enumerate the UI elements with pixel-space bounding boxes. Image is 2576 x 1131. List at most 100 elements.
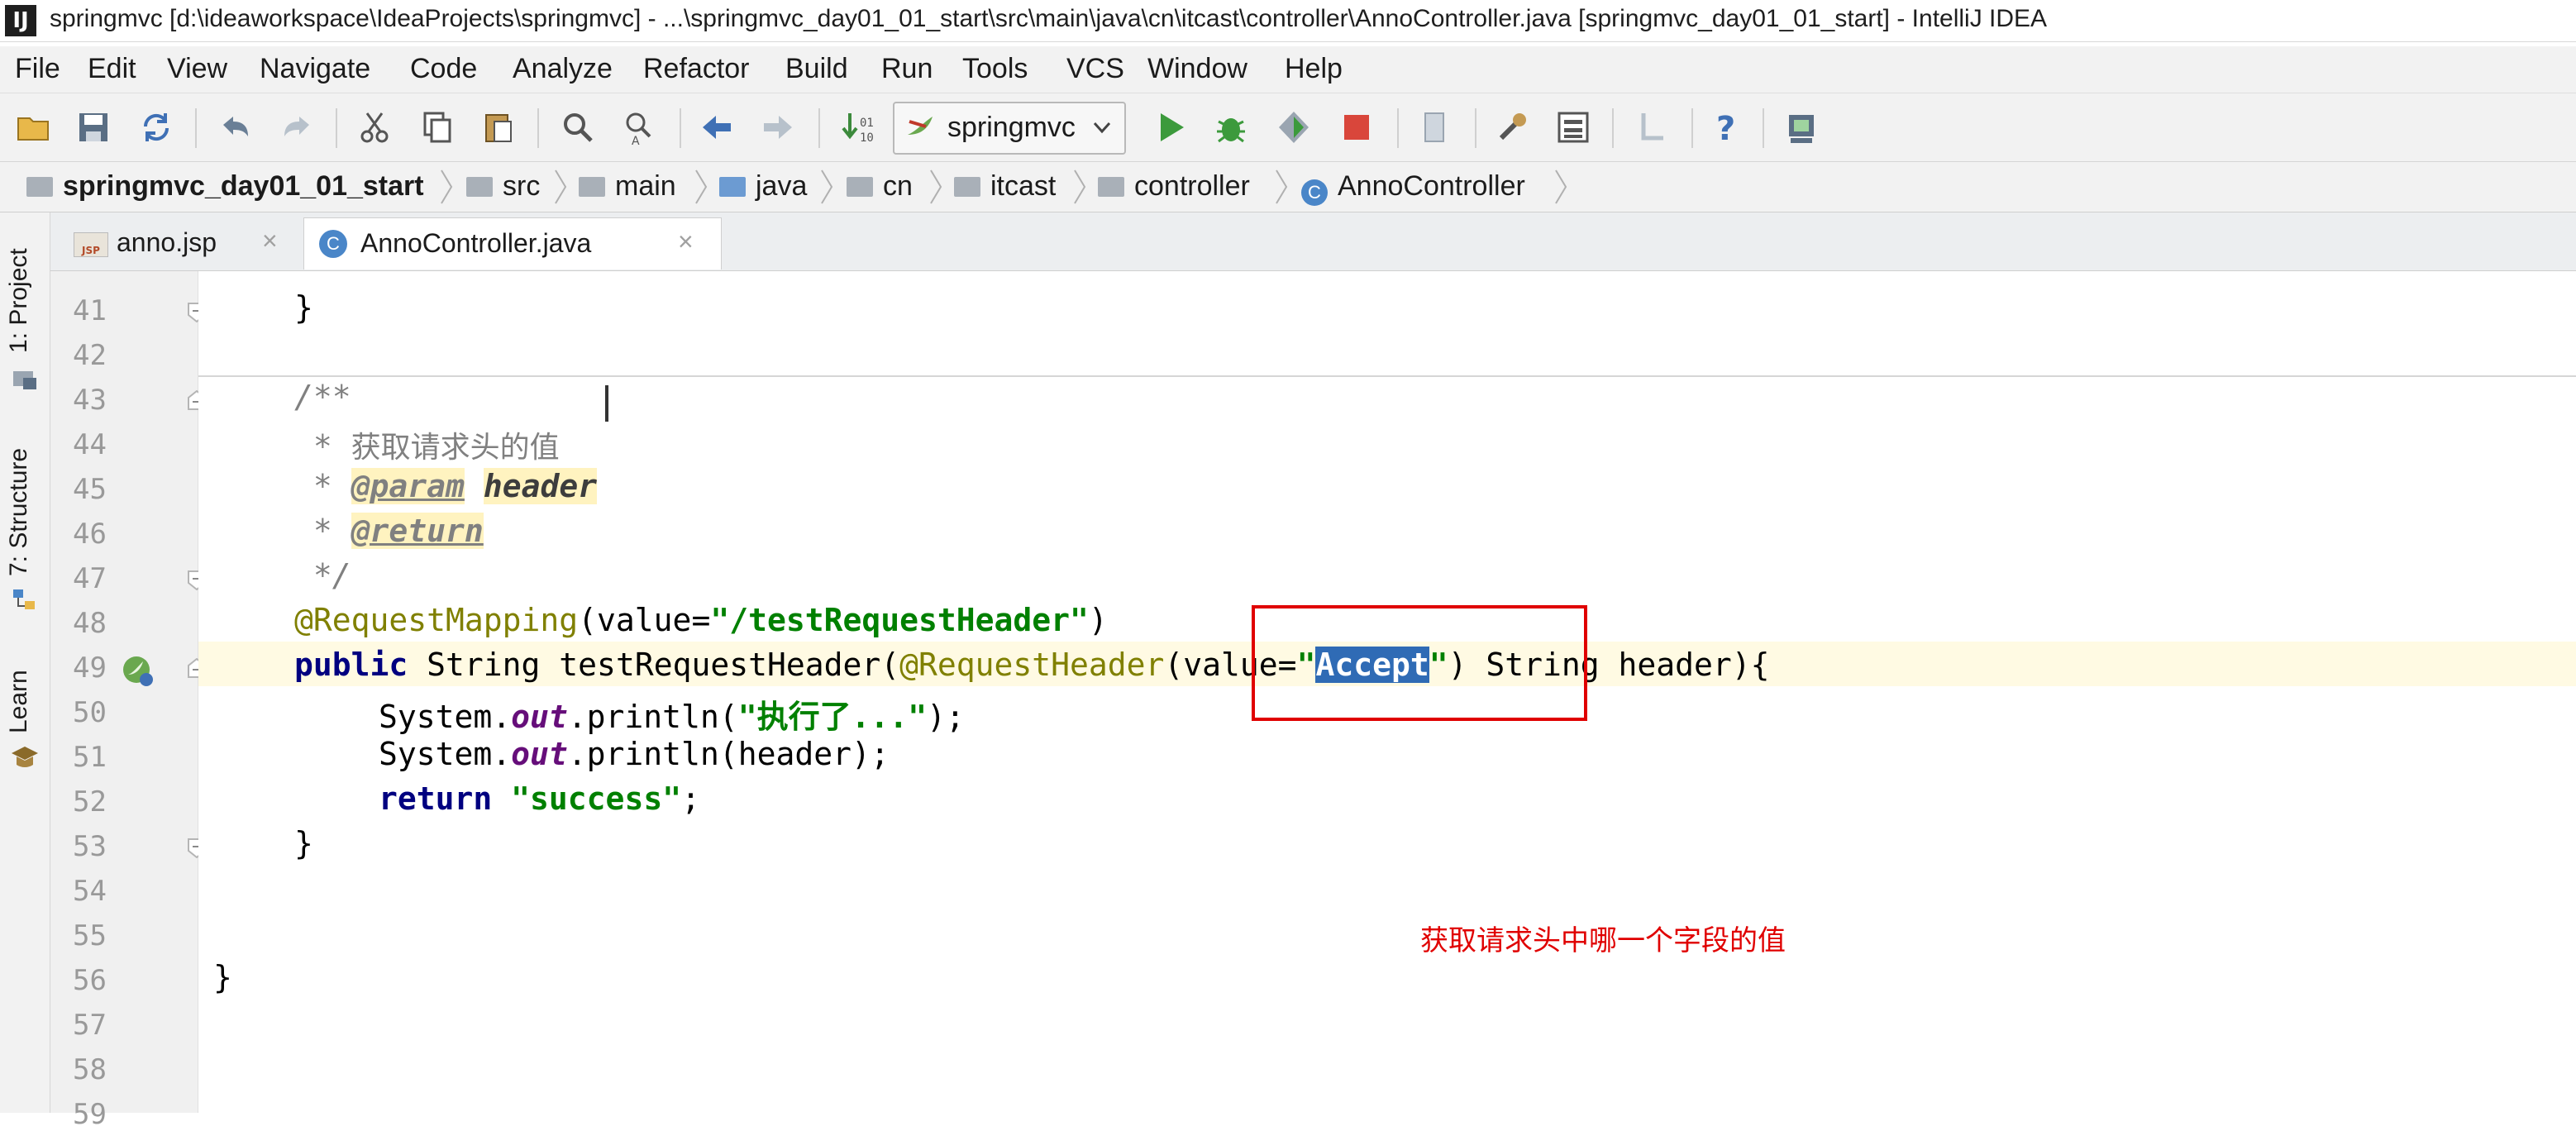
breadcrumb-module[interactable]: springmvc_day01_01_start bbox=[26, 170, 424, 203]
breadcrumb-java[interactable]: java bbox=[719, 170, 807, 203]
run-config-label: springmvc bbox=[947, 112, 1076, 143]
line-number: 58 bbox=[73, 1053, 107, 1086]
toolbar: A 01 10 springmvc ? bbox=[0, 93, 2576, 162]
line-number: 47 bbox=[73, 562, 107, 595]
menu-refactor[interactable]: Refactor bbox=[643, 53, 750, 85]
settings-icon[interactable] bbox=[1493, 108, 1531, 146]
toolbar-separator bbox=[818, 108, 820, 148]
line-number: 46 bbox=[73, 518, 107, 551]
attach-icon[interactable] bbox=[1415, 108, 1453, 146]
debug-icon[interactable] bbox=[1212, 108, 1250, 146]
close-icon[interactable]: × bbox=[678, 227, 694, 257]
find-icon[interactable] bbox=[559, 108, 597, 146]
redo-icon[interactable] bbox=[278, 108, 316, 146]
svg-text:10: 10 bbox=[860, 131, 874, 145]
menu-run[interactable]: Run bbox=[881, 53, 933, 85]
breadcrumb-src[interactable]: src bbox=[466, 170, 540, 203]
line-number: 56 bbox=[73, 964, 107, 997]
paste-icon[interactable] bbox=[479, 108, 518, 146]
menu-vcs[interactable]: VCS bbox=[1066, 53, 1124, 85]
breadcrumb-separator-icon bbox=[821, 169, 833, 204]
menu-code[interactable]: Code bbox=[410, 53, 477, 85]
menu-help[interactable]: Help bbox=[1285, 53, 1343, 85]
menu-file[interactable]: File bbox=[15, 53, 60, 85]
tab-anno-jsp[interactable]: JSP anno.jsp × bbox=[70, 217, 302, 269]
intellij-logo-icon: IJ bbox=[5, 5, 36, 36]
structure-tool-tab[interactable]: 7: Structure bbox=[5, 448, 33, 576]
toolbar-separator bbox=[537, 108, 539, 148]
undo-icon[interactable] bbox=[217, 108, 255, 146]
project-tool-tab[interactable]: 1: Project bbox=[5, 248, 33, 353]
learn-tool-tab[interactable]: Learn bbox=[5, 670, 33, 733]
open-icon[interactable] bbox=[15, 108, 53, 146]
menu-navigate[interactable]: Navigate bbox=[260, 53, 370, 85]
stop-icon[interactable] bbox=[1338, 108, 1376, 146]
tab-anno-controller[interactable]: C AnnoController.java × bbox=[303, 217, 722, 270]
editor-tab-bar: JSP anno.jsp × C AnnoController.java × bbox=[50, 212, 2576, 271]
tab-label: AnnoController.java bbox=[360, 228, 592, 258]
menu-tools[interactable]: Tools bbox=[962, 53, 1028, 85]
build-icon[interactable]: 0110 bbox=[838, 108, 876, 146]
run-icon[interactable] bbox=[1152, 108, 1190, 146]
breadcrumb-itcast[interactable]: itcast bbox=[954, 170, 1056, 203]
class-icon: C bbox=[1301, 179, 1328, 206]
breadcrumb-separator-icon bbox=[930, 169, 942, 204]
copy-icon[interactable] bbox=[418, 108, 456, 146]
coverage-icon[interactable] bbox=[1275, 108, 1313, 146]
breadcrumb-separator-icon bbox=[1555, 169, 1567, 204]
save-icon[interactable] bbox=[74, 108, 112, 146]
line-number: 45 bbox=[73, 473, 107, 506]
cut-icon[interactable] bbox=[355, 108, 394, 146]
line-number: 41 bbox=[73, 294, 107, 327]
menu-window[interactable]: Window bbox=[1147, 53, 1247, 85]
breadcrumb-separator-icon bbox=[441, 169, 453, 204]
annotation-note: 获取请求头中哪一个字段的值 bbox=[1420, 924, 1786, 957]
code-line-50: System.out.println("执行了..."); bbox=[379, 699, 965, 735]
code-line-48: @RequestMapping(value="/testRequestHeade… bbox=[294, 602, 1108, 638]
method-separator bbox=[198, 375, 2576, 377]
help-icon[interactable]: ? bbox=[1708, 108, 1746, 146]
run-configuration-selector[interactable]: springmvc bbox=[893, 102, 1126, 155]
breadcrumb-cn[interactable]: cn bbox=[847, 170, 913, 203]
jsp-file-icon: JSP bbox=[74, 232, 108, 257]
code-line-44: * 获取请求头的值 bbox=[294, 428, 560, 465]
forward-icon[interactable] bbox=[759, 108, 797, 146]
svg-text:A: A bbox=[632, 135, 640, 146]
code-line-51: System.out.println(header); bbox=[379, 736, 890, 772]
mouse-text-cursor bbox=[605, 385, 608, 422]
highlight-annotation-box bbox=[1252, 605, 1587, 721]
menu-bar: File Edit View Navigate Code Analyze Ref… bbox=[0, 46, 2576, 93]
back-icon[interactable] bbox=[698, 108, 736, 146]
package-icon bbox=[954, 177, 980, 197]
tool-window-strip: 1: Project 7: Structure Learn bbox=[0, 212, 50, 1113]
line-number: 44 bbox=[73, 428, 107, 461]
tab-label: anno.jsp bbox=[117, 227, 217, 257]
replace-icon[interactable]: A bbox=[620, 108, 658, 146]
javadoc-return-tag: @return bbox=[351, 513, 484, 549]
breadcrumb-anno-controller[interactable]: C AnnoController bbox=[1301, 170, 1525, 206]
code-line-43: /** bbox=[294, 379, 351, 415]
menu-view[interactable]: View bbox=[167, 53, 227, 85]
line-number: 57 bbox=[73, 1009, 107, 1042]
folder-icon bbox=[579, 177, 605, 197]
menu-edit[interactable]: Edit bbox=[88, 53, 136, 85]
project-structure-icon[interactable] bbox=[1554, 108, 1592, 146]
sync-icon[interactable] bbox=[137, 108, 175, 146]
menu-build[interactable]: Build bbox=[785, 53, 848, 85]
breadcrumb-main[interactable]: main bbox=[579, 170, 676, 203]
javadoc-param-tag: @param bbox=[351, 468, 465, 504]
code-line-56: } bbox=[213, 959, 232, 995]
close-icon[interactable]: × bbox=[262, 226, 278, 256]
line-number: 52 bbox=[73, 785, 107, 818]
vcs-icon[interactable] bbox=[1632, 108, 1670, 146]
toolbar-separator bbox=[1612, 108, 1614, 148]
project-icon bbox=[13, 371, 36, 389]
sdk-icon[interactable] bbox=[1782, 108, 1820, 146]
learn-icon bbox=[12, 747, 38, 767]
spring-bean-gutter-icon[interactable] bbox=[120, 653, 156, 690]
menu-analyze[interactable]: Analyze bbox=[513, 53, 613, 85]
line-number: 59 bbox=[73, 1098, 107, 1131]
breadcrumb-controller[interactable]: controller bbox=[1098, 170, 1250, 203]
javadoc-param-name: header bbox=[483, 468, 598, 504]
line-number: 42 bbox=[73, 339, 107, 372]
